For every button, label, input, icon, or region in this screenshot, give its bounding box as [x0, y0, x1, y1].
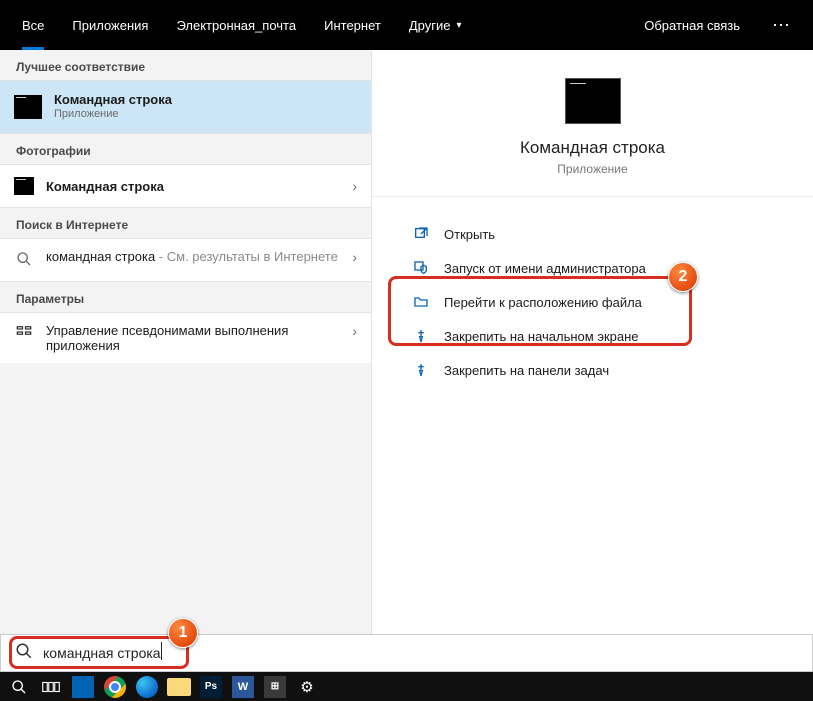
- tab-more-label: Другие: [409, 18, 451, 33]
- search-input[interactable]: [43, 645, 798, 661]
- action-run-as-admin[interactable]: Запуск от имени администратора: [402, 251, 813, 285]
- more-options-button[interactable]: ⋯: [758, 15, 805, 36]
- result-best-match[interactable]: Командная строка Приложение: [0, 81, 371, 133]
- shield-icon: [412, 259, 430, 277]
- result-photo[interactable]: Командная строка ›: [0, 165, 371, 207]
- annotation-marker-2: 2: [668, 262, 698, 292]
- taskbar-app-photoshop[interactable]: Ps: [196, 672, 226, 701]
- chevron-right-icon: ›: [352, 323, 357, 339]
- task-view-button[interactable]: [36, 672, 66, 701]
- chevron-right-icon: ›: [352, 249, 357, 265]
- filter-tabs: Все Приложения Электронная_почта Интерне…: [0, 0, 813, 50]
- cmd-icon: [14, 95, 42, 119]
- action-file-location[interactable]: Перейти к расположению файла: [402, 285, 813, 319]
- action-open[interactable]: Открыть: [402, 217, 813, 251]
- section-best-match: Лучшее соответствие: [0, 50, 371, 81]
- chevron-right-icon: ›: [352, 178, 357, 194]
- details-subtitle: Приложение: [557, 162, 627, 176]
- tab-internet[interactable]: Интернет: [310, 0, 395, 50]
- cmd-icon: [14, 177, 34, 195]
- action-label: Закрепить на начальном экране: [444, 329, 639, 344]
- result-title: Управление псевдонимами выполнения прило…: [46, 323, 326, 353]
- alias-icon: [14, 323, 34, 341]
- taskbar-app-explorer[interactable]: [164, 672, 194, 701]
- search-icon: [14, 249, 34, 269]
- section-web: Поиск в Интернете: [0, 207, 371, 239]
- taskbar-app-calculator[interactable]: [68, 672, 98, 701]
- taskbar-app-word[interactable]: W: [228, 672, 258, 701]
- result-web[interactable]: командная строка - См. результаты в Инте…: [0, 239, 371, 281]
- action-label: Запуск от имени администратора: [444, 261, 646, 276]
- feedback-link[interactable]: Обратная связь: [630, 18, 754, 33]
- tab-email[interactable]: Электронная_почта: [162, 0, 310, 50]
- action-pin-start[interactable]: Закрепить на начальном экране: [402, 319, 813, 353]
- details-pane: Командная строка Приложение Открыть Запу…: [372, 50, 813, 634]
- open-icon: [412, 225, 430, 243]
- taskbar-app-control[interactable]: ⊞: [260, 672, 290, 701]
- search-bar: [0, 634, 813, 672]
- pin-icon: [412, 361, 430, 379]
- result-title: командная строка - См. результаты в Инте…: [46, 249, 340, 265]
- search-button[interactable]: [4, 672, 34, 701]
- results-pane: Лучшее соответствие Командная строка При…: [0, 50, 372, 634]
- text-caret: [161, 642, 162, 660]
- action-label: Перейти к расположению файла: [444, 295, 642, 310]
- chevron-down-icon: ▾: [456, 20, 461, 31]
- action-label: Открыть: [444, 227, 495, 242]
- taskbar-app-chrome[interactable]: [100, 672, 130, 701]
- action-label: Закрепить на панели задач: [444, 363, 609, 378]
- tab-apps[interactable]: Приложения: [58, 0, 162, 50]
- tab-all[interactable]: Все: [8, 0, 58, 50]
- result-title: Командная строка: [54, 92, 172, 108]
- result-subtitle: Приложение: [54, 108, 172, 122]
- section-photos: Фотографии: [0, 133, 371, 165]
- cmd-icon: [565, 78, 621, 124]
- folder-icon: [412, 293, 430, 311]
- taskbar-app-edge[interactable]: [132, 672, 162, 701]
- action-pin-taskbar[interactable]: Закрепить на панели задач: [402, 353, 813, 387]
- section-settings: Параметры: [0, 281, 371, 313]
- taskbar-app-settings[interactable]: ⚙: [292, 672, 322, 701]
- tab-more[interactable]: Другие ▾: [395, 0, 476, 50]
- details-title: Командная строка: [520, 138, 665, 158]
- pin-icon: [412, 327, 430, 345]
- taskbar: Ps W ⊞ ⚙: [0, 672, 813, 701]
- result-title: Командная строка: [46, 179, 164, 194]
- gear-icon: ⚙: [300, 678, 313, 696]
- annotation-marker-1: 1: [168, 618, 198, 648]
- search-icon: [15, 642, 33, 665]
- result-settings[interactable]: Управление псевдонимами выполнения прило…: [0, 313, 371, 363]
